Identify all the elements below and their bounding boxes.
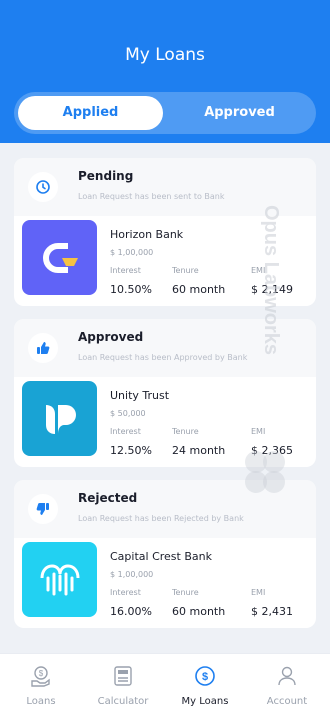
thumbs-up-icon bbox=[28, 333, 58, 363]
status-subtitle: Loan Request has been Rejected by Bank bbox=[78, 514, 244, 523]
bank-name: Capital Crest Bank bbox=[110, 550, 212, 563]
watermark-text: Opus Labworks bbox=[260, 205, 282, 355]
tab-applied[interactable]: Applied bbox=[18, 96, 163, 130]
interest-value: 12.50% bbox=[110, 444, 152, 457]
bank-logo bbox=[22, 381, 97, 456]
tenure-value: 24 month bbox=[172, 444, 226, 457]
tab-approved[interactable]: Approved bbox=[167, 96, 312, 130]
loan-amount: $ 1,00,000 bbox=[110, 570, 154, 579]
emi-label: EMI bbox=[251, 588, 266, 597]
nav-my-loans[interactable]: $ My Loans bbox=[164, 664, 246, 707]
svg-text:$: $ bbox=[202, 671, 208, 683]
svg-text:$: $ bbox=[39, 669, 44, 678]
tenure-value: 60 month bbox=[172, 605, 226, 618]
loan-amount: $ 1,00,000 bbox=[110, 248, 154, 257]
status-title: Approved bbox=[78, 330, 144, 344]
status-subtitle: Loan Request has been Approved by Bank bbox=[78, 353, 248, 362]
dollar-circle-icon: $ bbox=[164, 664, 246, 688]
nav-label: My Loans bbox=[181, 696, 229, 707]
user-icon bbox=[246, 664, 328, 688]
status-title: Rejected bbox=[78, 491, 138, 505]
bank-logo bbox=[22, 542, 97, 617]
nav-label: Calculator bbox=[97, 696, 149, 707]
interest-label: Interest bbox=[110, 427, 141, 436]
loan-tabs: Applied Approved bbox=[14, 92, 316, 134]
nav-loans[interactable]: $ Loans bbox=[0, 664, 82, 707]
nav-account[interactable]: Account bbox=[246, 664, 328, 707]
bank-logo bbox=[22, 220, 97, 295]
status-subtitle: Loan Request has been sent to Bank bbox=[78, 192, 225, 201]
watermark: Opus Labworks bbox=[238, 200, 285, 500]
bank-name: Horizon Bank bbox=[110, 228, 184, 241]
tenure-label: Tenure bbox=[172, 427, 199, 436]
clock-icon bbox=[28, 172, 58, 202]
tenure-label: Tenure bbox=[172, 266, 199, 275]
loans-icon: $ bbox=[0, 664, 82, 688]
emi-value: $ 2,431 bbox=[251, 605, 293, 618]
status-title: Pending bbox=[78, 169, 134, 183]
page-title: My Loans bbox=[125, 45, 205, 65]
interest-label: Interest bbox=[110, 266, 141, 275]
calculator-icon bbox=[82, 664, 164, 688]
nav-label: Account bbox=[266, 696, 308, 707]
tenure-label: Tenure bbox=[172, 588, 199, 597]
interest-value: 16.00% bbox=[110, 605, 152, 618]
interest-label: Interest bbox=[110, 588, 141, 597]
loan-amount: $ 50,000 bbox=[110, 409, 146, 418]
bank-name: Unity Trust bbox=[110, 389, 170, 402]
interest-value: 10.50% bbox=[110, 283, 152, 296]
nav-calculator[interactable]: Calculator bbox=[82, 664, 164, 707]
thumbs-down-icon bbox=[28, 494, 58, 524]
header: My Loans Applied Approved bbox=[0, 0, 330, 143]
tenure-value: 60 month bbox=[172, 283, 226, 296]
nav-label: Loans bbox=[26, 696, 56, 707]
bottom-nav: $ Loans Calculator $ My Loans Account bbox=[0, 653, 330, 715]
